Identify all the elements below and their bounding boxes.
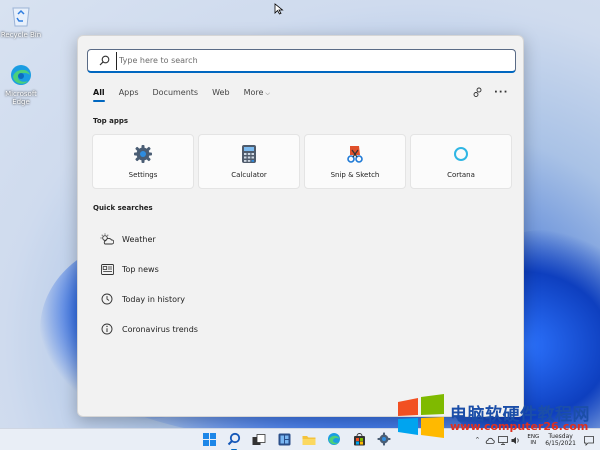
app-card-label: Cortana xyxy=(447,171,475,179)
app-card-label: Snip & Sketch xyxy=(330,171,380,179)
widgets-button[interactable] xyxy=(275,431,293,449)
chevron-down-icon: ⌵ xyxy=(265,90,270,97)
tab-more[interactable]: More ⌵ xyxy=(244,88,270,102)
windows-logo-icon xyxy=(202,431,216,450)
windows-flag-logo xyxy=(396,394,446,438)
settings-taskbar-button[interactable] xyxy=(375,431,393,449)
calculator-icon xyxy=(238,143,260,165)
start-button[interactable] xyxy=(200,431,218,449)
search-tabs: All Apps Documents Web More ⌵ xyxy=(93,88,284,102)
edge-icon xyxy=(7,62,35,88)
taskbar-search-button[interactable] xyxy=(225,431,243,450)
mouse-pointer-icon xyxy=(274,0,284,15)
search-icon xyxy=(227,431,241,450)
history-icon xyxy=(100,292,114,306)
account-switch-button[interactable] xyxy=(472,85,483,99)
settings-gear-icon xyxy=(377,431,391,450)
quick-search-label: Weather xyxy=(122,234,156,244)
task-view-icon xyxy=(252,431,266,450)
account-link-icon xyxy=(472,83,483,102)
widgets-icon xyxy=(278,431,291,450)
edge-icon xyxy=(327,431,341,450)
folder-icon xyxy=(302,431,316,450)
quick-search-weather[interactable]: Weather xyxy=(100,224,198,254)
desktop-icon-label: Recycle Bin xyxy=(0,31,42,39)
search-icon xyxy=(94,51,114,71)
settings-gear-icon xyxy=(132,143,154,165)
tab-documents[interactable]: Documents xyxy=(152,88,198,102)
quick-searches-list: Weather Top news Today in history Corona… xyxy=(100,224,198,344)
microsoft-store-button[interactable] xyxy=(350,431,368,449)
edge-browser-button[interactable] xyxy=(325,431,343,449)
search-flyout: All Apps Documents Web More⌵ ··· Top app… xyxy=(77,35,524,417)
app-card-settings[interactable]: Settings xyxy=(92,134,194,189)
watermark-url: www.computer26.com xyxy=(450,420,589,433)
app-card-snip-sketch[interactable]: Snip & Sketch xyxy=(304,134,406,189)
tab-web[interactable]: Web xyxy=(212,88,229,102)
top-apps-heading: Top apps xyxy=(93,117,129,125)
quick-search-top-news[interactable]: Top news xyxy=(100,254,198,284)
weather-icon xyxy=(100,232,114,246)
snip-sketch-icon xyxy=(344,143,366,165)
desktop-icon-edge[interactable]: Microsoft Edge xyxy=(0,62,44,106)
app-card-label: Calculator xyxy=(231,171,267,179)
search-box[interactable] xyxy=(87,49,516,73)
cortana-icon xyxy=(450,143,472,165)
quick-search-coronavirus-trends[interactable]: Coronavirus trends xyxy=(100,314,198,344)
top-apps-grid: Settings Calculator Snip & Sketch Cortan… xyxy=(92,134,516,189)
news-icon xyxy=(100,262,114,276)
file-explorer-button[interactable] xyxy=(300,431,318,449)
task-view-button[interactable] xyxy=(250,431,268,449)
app-card-cortana[interactable]: Cortana xyxy=(410,134,512,189)
tab-apps[interactable]: Apps xyxy=(119,88,139,102)
desktop-icon-label: Microsoft Edge xyxy=(5,90,37,106)
app-card-calculator[interactable]: Calculator xyxy=(198,134,300,189)
tab-all[interactable]: All xyxy=(93,88,105,102)
site-watermark: 电脑软硬件教程网 www.computer26.com xyxy=(396,393,600,441)
search-input[interactable] xyxy=(116,51,496,70)
desktop-icon-recycle-bin[interactable]: Recycle Bin xyxy=(0,3,44,39)
app-card-label: Settings xyxy=(128,171,158,179)
clock-date-text: 6/15/2021 xyxy=(545,440,576,447)
quick-search-label: Top news xyxy=(122,264,159,274)
more-options-button[interactable]: ··· xyxy=(494,85,508,99)
quick-searches-heading: Quick searches xyxy=(93,204,153,212)
recycle-bin-icon xyxy=(7,3,35,29)
info-icon xyxy=(100,322,114,336)
ellipsis-icon: ··· xyxy=(494,86,509,98)
quick-search-label: Coronavirus trends xyxy=(122,324,198,334)
taskbar-pinned-apps xyxy=(200,431,400,450)
store-bag-icon xyxy=(353,431,366,450)
quick-search-today-in-history[interactable]: Today in history xyxy=(100,284,198,314)
quick-search-label: Today in history xyxy=(122,294,186,304)
tab-more-label: More xyxy=(243,88,264,97)
